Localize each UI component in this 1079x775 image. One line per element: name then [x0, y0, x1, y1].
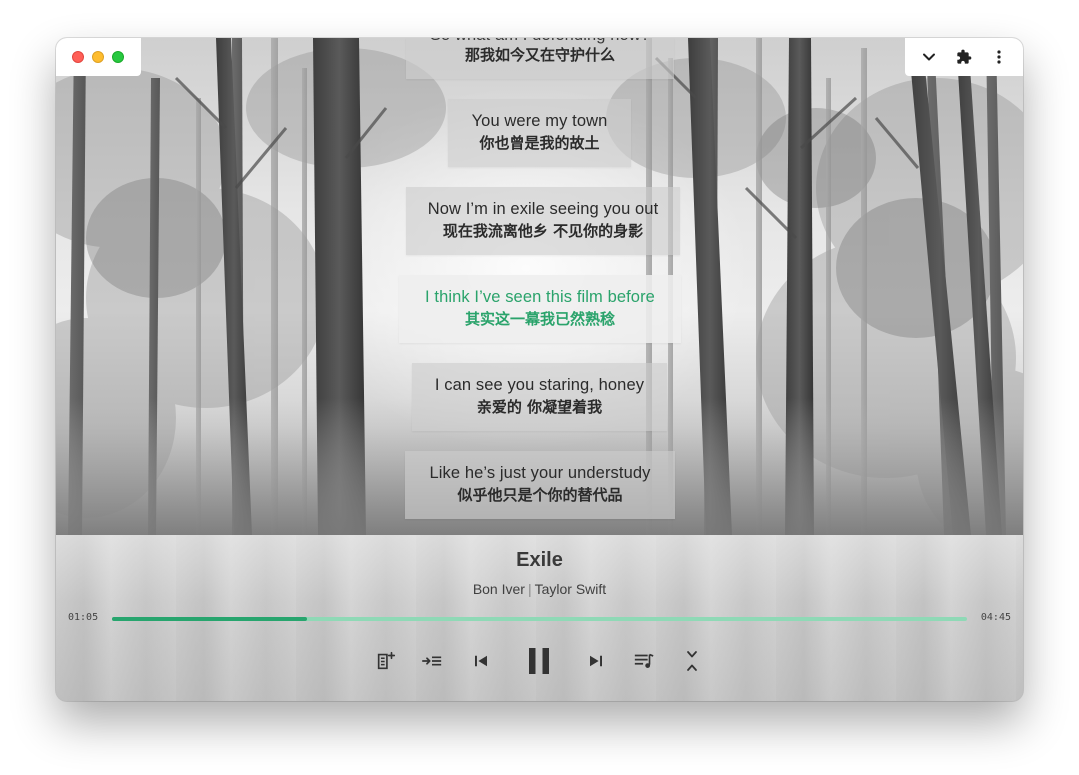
pause-icon: [529, 648, 549, 674]
lyric-english: Now I’m in exile seeing you out: [427, 200, 659, 218]
play-next-button[interactable]: [420, 645, 444, 677]
app-window: So what am I defending now? 那我如今又在守护什么 Y…: [56, 38, 1023, 701]
more-options-button[interactable]: [985, 43, 1013, 71]
duration-time: 04:45: [980, 612, 1011, 623]
queue-button[interactable]: [632, 645, 656, 677]
lyric-english: So what am I defending now?: [406, 38, 674, 46]
more-vertical-icon: [997, 50, 1001, 64]
lyric-line[interactable]: You were my town 你也曾是我的故土: [448, 99, 631, 167]
play-next-icon: [422, 656, 442, 666]
lyric-line-active[interactable]: I think I’ve seen this film before 其实这一幕…: [399, 275, 681, 343]
progress-slider[interactable]: [112, 617, 967, 621]
artist-link[interactable]: Bon Iver: [473, 581, 525, 597]
lyric-english: I can see you staring, honey: [434, 376, 645, 394]
lyric-english: Like he’s just your understudy: [429, 464, 651, 482]
playback-controls: [374, 645, 704, 677]
next-track-button[interactable]: [584, 645, 608, 677]
song-title: Exile: [516, 549, 563, 571]
zoom-window-button[interactable]: [112, 51, 124, 63]
lyric-chinese: 亲爱的 你凝望着我: [476, 398, 603, 416]
lyric-line[interactable]: I can see you staring, honey 亲爱的 你凝望着我: [412, 363, 667, 431]
chevron-down-button[interactable]: [915, 43, 943, 71]
minimize-window-button[interactable]: [92, 51, 104, 63]
chevron-down-icon: [922, 53, 935, 61]
add-to-playlist-icon: [377, 651, 396, 670]
extensions-button[interactable]: [950, 43, 978, 71]
lyric-chinese: 那我如今又在守护什么: [464, 46, 615, 64]
lyric-line[interactable]: So what am I defending now? 那我如今又在守护什么: [406, 38, 674, 79]
lyric-line[interactable]: Now I’m in exile seeing you out 现在我流离他乡 …: [406, 187, 680, 255]
artist-line: Bon Iver | Taylor Swift: [56, 581, 1023, 597]
lyric-chinese: 你也曾是我的故土: [479, 134, 600, 152]
puzzle-icon: [957, 49, 972, 64]
lyric-line[interactable]: Like he’s just your understudy 似乎他只是个你的替…: [405, 451, 675, 519]
lyric-chinese: 其实这一幕我已然熟稔: [464, 310, 615, 328]
current-time: 01:05: [68, 612, 99, 623]
pause-button[interactable]: [523, 645, 555, 677]
collapse-button[interactable]: [680, 645, 704, 677]
previous-track-button[interactable]: [469, 645, 493, 677]
artist-separator: |: [527, 581, 532, 597]
collapse-icon: [687, 651, 697, 671]
artist-link[interactable]: Taylor Swift: [535, 581, 607, 597]
skip-next-icon: [590, 655, 602, 667]
lyric-chinese: 现在我流离他乡 不见你的身影: [442, 222, 644, 240]
lyric-english: You were my town: [471, 112, 608, 130]
player-bar: Exile Bon Iver | Taylor Swift 01:05 04:45: [56, 535, 1023, 701]
add-to-playlist-button[interactable]: [374, 645, 398, 677]
queue-music-icon: [634, 653, 654, 668]
close-window-button[interactable]: [72, 51, 84, 63]
skip-previous-icon: [475, 655, 487, 667]
lyric-chinese: 似乎他只是个你的替代品: [457, 486, 623, 504]
lyric-english: I think I’ve seen this film before: [425, 288, 655, 306]
window-controls: [56, 38, 141, 76]
progress-fill: [112, 617, 307, 621]
titlebar-tools: [905, 38, 1023, 76]
